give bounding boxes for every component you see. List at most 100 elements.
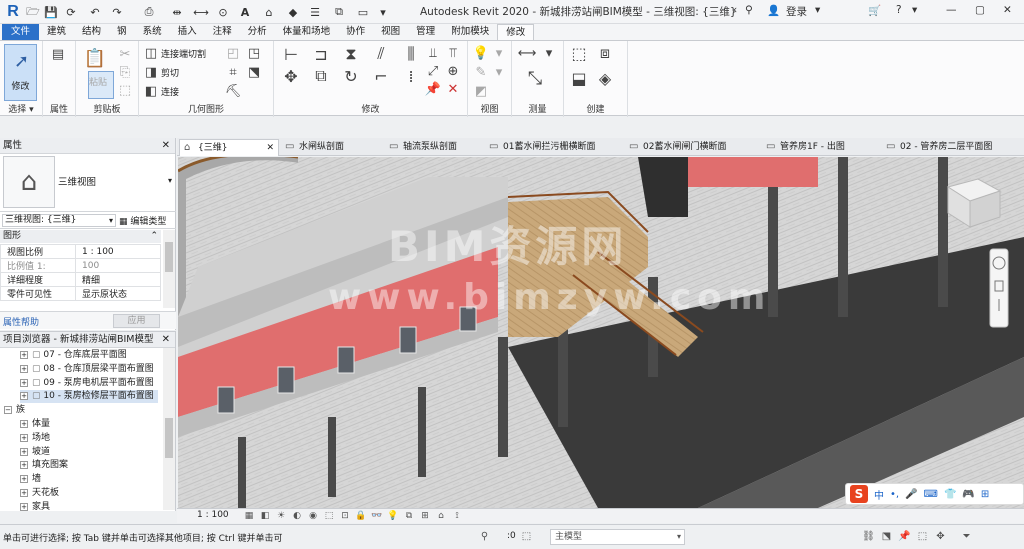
cut-geometry-icon[interactable]: ◨: [142, 63, 160, 81]
align-icon[interactable]: ⊢: [282, 45, 300, 64]
expand-icon[interactable]: +: [20, 351, 28, 359]
split-icon[interactable]: ⫼: [402, 44, 420, 63]
wall-joins-icon[interactable]: ⌗: [224, 63, 242, 81]
shadows-icon[interactable]: ◐: [291, 510, 303, 522]
copy-element-icon[interactable]: ⧉: [312, 66, 330, 85]
expand-icon[interactable]: +: [20, 502, 28, 511]
trim-icon[interactable]: ⌐: [372, 67, 390, 86]
detail-level-icon[interactable]: ▦: [243, 510, 255, 522]
tree-item[interactable]: + ▢ 09 - 泵房电机层平面布置图: [20, 377, 158, 390]
drag-elements-icon[interactable]: ✥: [934, 530, 947, 543]
graphics-group-header[interactable]: 图形 ⌃: [0, 230, 161, 243]
type-properties-icon[interactable]: ▤: [49, 45, 67, 63]
sun-path-icon[interactable]: ☀: [275, 510, 287, 522]
ime-toolbar[interactable]: S 中 •, 🎤 ⌨ 👕 🎮 ⊞: [845, 483, 1024, 505]
override-graphics-icon[interactable]: ✎: [472, 63, 490, 81]
keyboard-icon[interactable]: ⌨: [924, 489, 938, 500]
expand-icon[interactable]: +: [20, 392, 28, 401]
tree-item[interactable]: + ▢ 07 - 仓库底层平面图: [20, 349, 131, 362]
select-panel-label[interactable]: 选择 ▾: [0, 102, 42, 115]
cope-label[interactable]: 连接端切割: [161, 47, 206, 60]
microphone-icon[interactable]: 🎤: [905, 489, 917, 500]
ribbon-tab-8[interactable]: 体量和场地: [275, 24, 339, 40]
ribbon-tab-10[interactable]: 视图: [373, 24, 408, 40]
view-tab[interactable]: ▭ 01蓄水闸拦污栅横断面: [485, 139, 623, 156]
tree-item[interactable]: + 坡道: [20, 446, 54, 459]
worksets-icon[interactable]: ⚲: [478, 530, 491, 543]
user-icon[interactable]: 👤: [767, 4, 780, 17]
ribbon-tab-4[interactable]: 系统: [135, 24, 170, 40]
select-underlay-icon[interactable]: ⬔: [880, 530, 893, 543]
punctuation-icon[interactable]: •,: [890, 489, 899, 500]
thin-lines-icon[interactable]: ☰: [306, 3, 324, 21]
remove-paint-icon[interactable]: ⬔: [245, 63, 263, 81]
save-icon[interactable]: 💾: [44, 3, 58, 21]
properties-close-icon[interactable]: ✕: [162, 138, 170, 154]
default-3d-view-icon[interactable]: ⌂: [260, 3, 278, 21]
tree-item[interactable]: + 体量: [20, 418, 54, 431]
tree-item[interactable]: + 墙: [20, 473, 45, 486]
measure-icon[interactable]: ⇹: [168, 3, 186, 21]
tree-item[interactable]: + ▢ 10 - 泵房检修层平面布置图: [20, 390, 158, 404]
properties-help-link[interactable]: 属性帮助: [3, 315, 39, 328]
close-tab-icon[interactable]: ✕: [266, 140, 274, 156]
help-dropdown-icon[interactable]: ▾: [912, 4, 917, 16]
array-icon[interactable]: ⁞: [402, 67, 420, 86]
redo-icon[interactable]: ↷: [108, 3, 126, 21]
open-icon[interactable]: 🗁: [26, 3, 40, 21]
temp-hide-icon[interactable]: 👓: [371, 510, 383, 522]
text-icon[interactable]: A: [236, 3, 254, 21]
pin-icon[interactable]: 📌: [424, 80, 442, 98]
help-icon[interactable]: ?: [896, 4, 902, 16]
ribbon-tab-13[interactable]: 修改: [497, 24, 535, 40]
expand-icon[interactable]: +: [20, 489, 28, 497]
scroll-thumb[interactable]: [165, 242, 173, 272]
ribbon-tab-7[interactable]: 分析: [240, 24, 275, 40]
ribbon-tab-9[interactable]: 协作: [338, 24, 373, 40]
select-pinned-icon[interactable]: 📌: [898, 530, 911, 543]
crop-view-icon[interactable]: ⬚: [323, 510, 335, 522]
view-tab[interactable]: ▭ 水闸纵剖面: [281, 139, 383, 156]
revit-logo[interactable]: R: [4, 2, 22, 21]
property-value[interactable]: 精细: [75, 272, 161, 287]
close-hidden-windows-icon[interactable]: ⧉: [330, 3, 348, 21]
move-icon[interactable]: ✥: [282, 67, 300, 86]
join-label[interactable]: 连接: [161, 85, 179, 98]
apply-button[interactable]: 应用: [113, 314, 160, 328]
ribbon-tab-2[interactable]: 结构: [74, 24, 109, 40]
ribbon-tab-6[interactable]: 注释: [205, 24, 240, 40]
join-icon[interactable]: ◧: [142, 82, 160, 100]
sync-icon[interactable]: ⟳: [62, 3, 80, 21]
measure-between-icon[interactable]: ⟷: [518, 44, 537, 62]
create-similar-icon[interactable]: ◈: [596, 69, 614, 88]
maximize-icon[interactable]: ▢: [975, 4, 985, 16]
rendering-icon[interactable]: ◉: [307, 510, 319, 522]
view-tab[interactable]: ▭ 管养房1F - 出图: [762, 139, 880, 156]
view-tab[interactable]: ▭ 02 - 管养房二层平面图: [882, 139, 1014, 156]
tree-item[interactable]: − 族: [4, 404, 29, 417]
view-dropdown-icon[interactable]: ▾: [490, 44, 508, 62]
filter-icon[interactable]: ⏷: [960, 530, 973, 543]
expand-icon[interactable]: +: [20, 420, 28, 428]
paint-icon[interactable]: ◳: [245, 44, 263, 62]
close-icon[interactable]: ✕: [1003, 4, 1012, 16]
split-gap-icon[interactable]: ⫪: [444, 44, 462, 62]
expand-icon[interactable]: +: [20, 378, 28, 387]
constraints-icon[interactable]: ⟟: [451, 510, 463, 522]
instance-filter-select[interactable]: 三维视图: {三维} ▾: [2, 214, 116, 227]
property-value[interactable]: 1 : 100: [75, 244, 161, 259]
project-browser-close-icon[interactable]: ✕: [162, 332, 170, 348]
paint-view-icon[interactable]: ◩: [472, 82, 490, 100]
measure-dropdown-icon[interactable]: ▾: [540, 44, 558, 62]
expand-icon[interactable]: +: [20, 461, 28, 470]
login-button[interactable]: 登录: [786, 4, 807, 19]
skin-icon[interactable]: 👕: [944, 489, 956, 500]
design-option-select[interactable]: 主模型 ▾: [550, 529, 685, 545]
scroll-thumb[interactable]: [165, 418, 173, 458]
design-options-icon[interactable]: ⬚: [520, 530, 533, 543]
dimension-icon[interactable]: ⤡: [526, 68, 544, 89]
ribbon-tab-3[interactable]: 钢: [109, 24, 135, 40]
ribbon-tab-1[interactable]: 建筑: [39, 24, 74, 40]
unpin-icon[interactable]: ⊕: [444, 62, 462, 80]
cope-icon[interactable]: ◫: [142, 44, 160, 62]
